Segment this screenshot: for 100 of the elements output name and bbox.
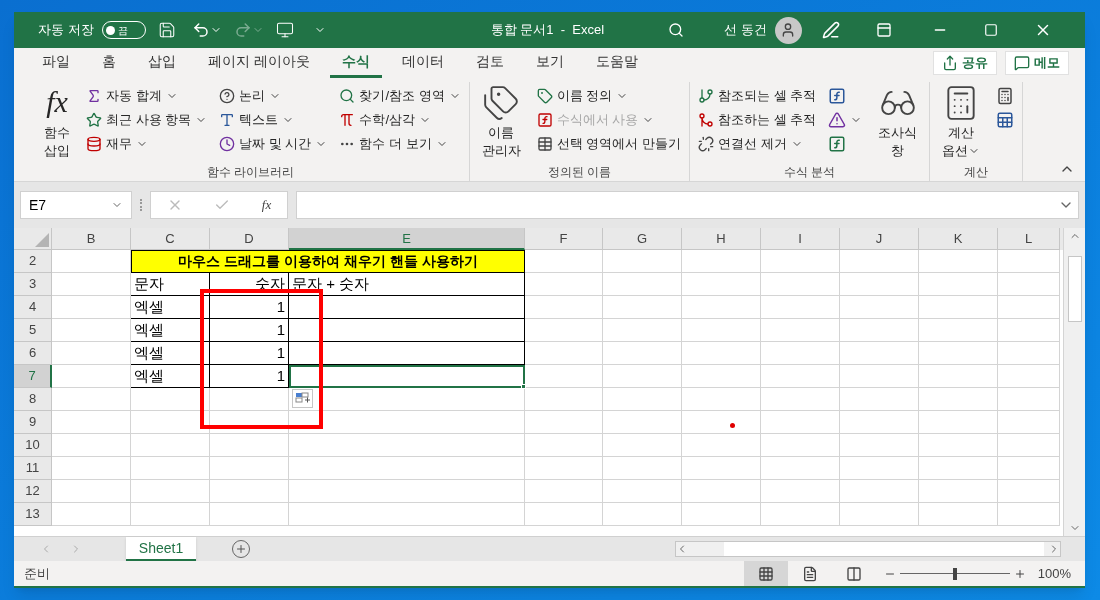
grid-cell[interactable] [919,480,998,503]
ribbon-button[interactable]: 참조되는 셀 추적 [693,84,821,108]
grid-cell[interactable] [761,273,840,296]
ribbon-tab[interactable]: 파일 [30,48,82,78]
column-header[interactable]: H [682,228,761,250]
grid-cell[interactable] [919,250,998,273]
grid-cell[interactable] [131,457,210,480]
grid-cell[interactable] [998,273,1060,296]
grid-cell[interactable] [131,434,210,457]
column-header[interactable]: K [919,228,998,250]
grid-cell[interactable] [761,296,840,319]
grid-cell[interactable] [998,296,1060,319]
comments-button[interactable]: 메모 [1005,51,1069,75]
row-header[interactable]: 3 [14,273,52,296]
ribbon-button[interactable]: 연결선 제거 [693,132,821,156]
grid-cell[interactable] [919,296,998,319]
grid-cell[interactable] [603,250,682,273]
row-header[interactable]: 8 [14,388,52,411]
screen-icon[interactable] [275,21,294,39]
grid-cell[interactable] [603,296,682,319]
ribbon-button[interactable]: 날짜 및 시간 [215,132,332,156]
grid-cell[interactable] [998,457,1060,480]
column-header[interactable]: F [525,228,603,250]
scroll-thumb[interactable] [724,542,1044,556]
insert-function-button[interactable]: fx [261,195,272,215]
grid-cell[interactable] [52,342,131,365]
grid-cell[interactable] [525,411,603,434]
grid-cell[interactable] [761,457,840,480]
grid-cell[interactable] [761,503,840,526]
ribbon-tab[interactable]: 삽입 [136,48,188,78]
grid-cell[interactable] [840,388,919,411]
row-header[interactable]: 2 [14,250,52,273]
pen-icon[interactable] [821,21,840,39]
grid-cell[interactable] [52,434,131,457]
grid-cell[interactable] [998,319,1060,342]
grid-cell[interactable] [210,411,289,434]
grid-cell[interactable] [603,319,682,342]
save-icon[interactable] [157,21,176,39]
grid-cell[interactable] [919,319,998,342]
row-header[interactable]: 12 [14,480,52,503]
grid-cell[interactable] [603,273,682,296]
grid-cell[interactable] [52,411,131,434]
scroll-thumb[interactable] [1067,256,1082,322]
grid-cell[interactable] [210,388,289,411]
ribbon-tab[interactable]: 데이터 [389,48,456,78]
grid-cell[interactable] [998,388,1060,411]
grid-cell[interactable] [525,273,603,296]
undo-icon[interactable] [191,21,210,39]
grid-cell[interactable] [919,365,998,388]
grid-cell[interactable] [840,296,919,319]
grid-cell[interactable] [289,457,525,480]
grid-cell[interactable] [761,365,840,388]
grid-cell[interactable] [52,273,131,296]
grid-cell[interactable] [210,434,289,457]
grid-cell[interactable] [131,388,210,411]
zoom-in-icon[interactable] [1013,567,1026,580]
grid-cell[interactable] [210,503,289,526]
row-header[interactable]: 9 [14,411,52,434]
ribbon-tab[interactable]: 검토 [463,48,516,78]
grid-cell[interactable] [840,273,919,296]
normal-view-button[interactable] [743,561,788,586]
column-header[interactable]: B [52,228,131,250]
grid-cell[interactable] [525,365,603,388]
grid-cell[interactable] [998,411,1060,434]
grid-cell[interactable] [919,411,998,434]
horizontal-scrollbar[interactable] [675,541,1061,557]
grid-cell[interactable] [761,319,840,342]
column-header[interactable]: G [603,228,682,250]
ribbon-button[interactable]: 텍스트 [215,108,332,132]
sheet-tab[interactable]: Sheet1 [126,537,196,561]
search-icon[interactable] [668,22,685,38]
ribbon-button[interactable]: 찾기/참조 영역 [335,84,465,108]
row-header[interactable]: 4 [14,296,52,319]
grid-cell[interactable] [840,365,919,388]
ribbon-button[interactable]: 이름 정의 [532,84,685,108]
grid-cell[interactable] [919,457,998,480]
grid-cell[interactable] [525,296,603,319]
grid-cell[interactable] [919,503,998,526]
grid-cell[interactable] [919,434,998,457]
ribbon-button[interactable]: 선택 영역에서 만들기 [532,132,685,156]
ribbon-large-button[interactable]: 이름 관리자 [473,84,529,160]
grid-cell[interactable] [840,457,919,480]
grid-cell[interactable] [682,457,761,480]
grid-cell[interactable] [682,503,761,526]
ribbon-tab[interactable]: 보기 [523,48,576,78]
ribbon-button[interactable]: 참조하는 셀 추적 [693,108,821,132]
grid-cell[interactable] [682,365,761,388]
grid-cell[interactable] [525,503,603,526]
zoom-thumb[interactable] [952,567,957,580]
grid-cell[interactable] [603,411,682,434]
row-header[interactable]: 11 [14,457,52,480]
ribbon-button[interactable]: 재무 [82,132,212,156]
grid-cell[interactable] [761,250,840,273]
grid-cell[interactable] [52,388,131,411]
row-header[interactable]: 7 [14,365,52,388]
row-header[interactable]: 5 [14,319,52,342]
fill-handle[interactable] [521,384,526,389]
grid-cell[interactable] [603,434,682,457]
grid-cell[interactable] [761,434,840,457]
row-header[interactable]: 6 [14,342,52,365]
